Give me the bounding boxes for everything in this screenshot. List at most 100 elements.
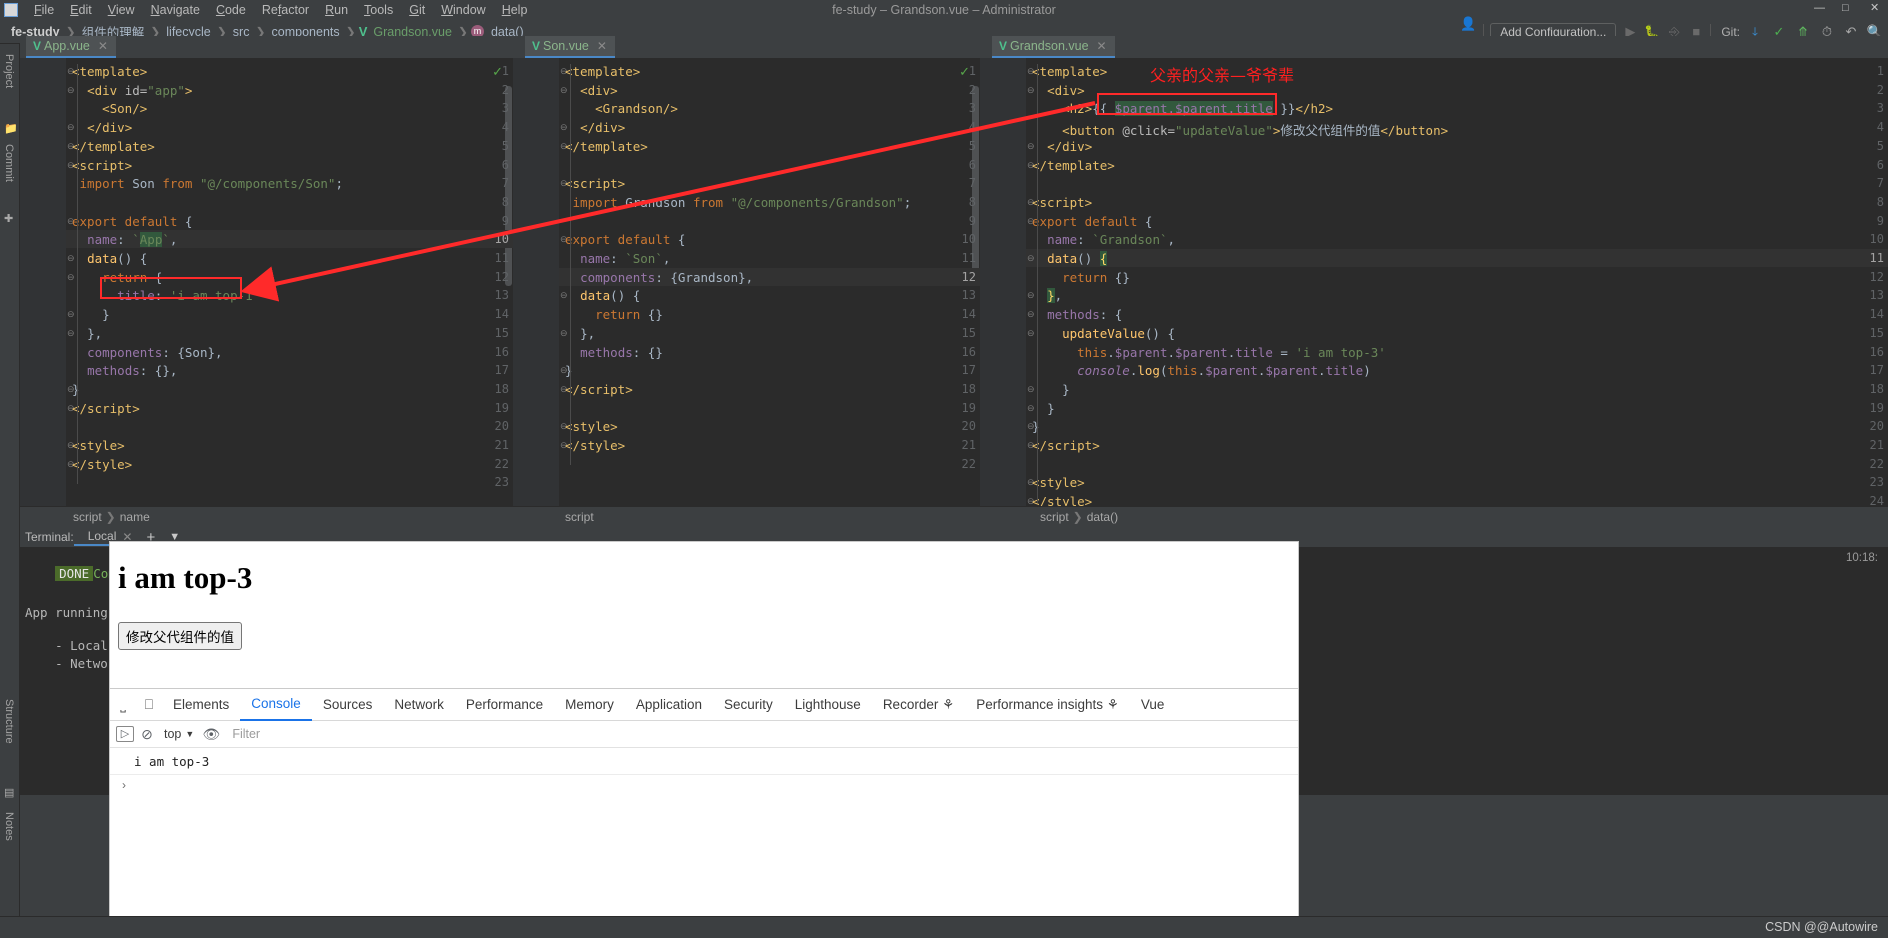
code-line[interactable]: </div> xyxy=(1032,139,1092,154)
close-icon[interactable]: ✕ xyxy=(597,39,607,53)
code-line[interactable]: } xyxy=(72,382,80,397)
sidebar-item-commit[interactable]: Commit xyxy=(3,144,15,182)
tab-recorder[interactable]: Recorder ⚘ xyxy=(872,689,965,720)
code-line[interactable]: updateValue() { xyxy=(1032,326,1175,341)
menu-git[interactable]: Git xyxy=(401,0,433,20)
console-context-selector[interactable]: top ▼ xyxy=(160,727,198,741)
menu-refactor[interactable]: Refactor xyxy=(254,0,317,20)
code-line[interactable]: import Grandson from "@/components/Grand… xyxy=(565,195,912,210)
code-line[interactable]: name: `App`, xyxy=(72,232,177,248)
code-line[interactable]: </script> xyxy=(565,382,633,397)
code-line[interactable]: </template> xyxy=(565,139,648,154)
menu-tools[interactable]: Tools xyxy=(356,0,401,20)
tab-vue[interactable]: Vue xyxy=(1130,689,1176,720)
code-line[interactable]: } xyxy=(1032,419,1040,434)
close-icon[interactable]: ✕ xyxy=(98,39,108,53)
code-line[interactable]: import Son from "@/components/Son"; xyxy=(72,176,343,191)
execute-icon[interactable]: ▷ xyxy=(116,726,134,742)
tab-performance-insights[interactable]: Performance insights ⚘ xyxy=(965,689,1130,720)
menu-view[interactable]: View xyxy=(100,0,143,20)
tab-son-vue[interactable]: V Son.vue ✕ xyxy=(525,36,615,58)
code-line[interactable]: components: {Grandson}, xyxy=(565,270,753,285)
bc-script-2[interactable]: script xyxy=(565,510,594,524)
code-line[interactable]: return { xyxy=(72,270,162,285)
code-line[interactable]: methods: { xyxy=(1032,307,1122,322)
code-line[interactable]: </style> xyxy=(72,457,132,472)
web-page-viewport[interactable]: i am top-3 修改父代组件的值 xyxy=(110,542,1298,688)
bc-data-3[interactable]: data() xyxy=(1087,510,1118,524)
code-line[interactable]: } xyxy=(1032,401,1055,416)
code-line[interactable]: export default { xyxy=(565,232,685,247)
editor-pane-son-vue[interactable]: ✓ 1 ⊖ <template> 2 ⊖ <div> 3 <Grandson/> 4 ⊖ </… xyxy=(513,58,980,506)
code-line[interactable]: <Grandson/> xyxy=(565,101,678,116)
code-line[interactable]: data() { xyxy=(565,288,640,303)
code-line[interactable]: <script> xyxy=(565,176,625,191)
browser-window[interactable]: i am top-3 修改父代组件的值 ⎵ ⎕ Elements Console… xyxy=(110,542,1298,938)
tab-grandson-vue[interactable]: V Grandson.vue ✕ xyxy=(992,36,1115,58)
menu-code[interactable]: Code xyxy=(208,0,254,20)
update-parent-value-button[interactable]: 修改父代组件的值 xyxy=(118,622,242,650)
code-line[interactable]: this.$parent.$parent.title = 'i am top-3… xyxy=(1032,345,1386,360)
device-toolbar-icon[interactable]: ⎕ xyxy=(136,696,162,713)
code-line[interactable]: <style> xyxy=(565,419,618,434)
maximize-button[interactable]: □ xyxy=(1842,2,1854,14)
code-line[interactable]: </div> xyxy=(72,120,132,135)
code-line[interactable]: name: `Son`, xyxy=(565,251,670,266)
code-line[interactable]: export default { xyxy=(1032,214,1152,229)
code-line[interactable]: <script> xyxy=(72,158,132,173)
code-line[interactable]: <div> xyxy=(565,83,618,98)
tab-performance[interactable]: Performance xyxy=(455,689,554,720)
code-line[interactable]: return {} xyxy=(565,307,663,322)
code-line[interactable]: <div id="app"> xyxy=(72,83,192,98)
code-line[interactable]: export default { xyxy=(72,214,192,229)
live-expression-icon[interactable]: 👁 xyxy=(198,726,224,743)
tab-network[interactable]: Network xyxy=(383,689,455,720)
code-line[interactable]: </style> xyxy=(1032,494,1092,506)
code-line[interactable]: name: `Grandson`, xyxy=(1032,232,1175,247)
sidebar-item-project[interactable]: Project xyxy=(3,54,15,88)
code-line[interactable]: <style> xyxy=(1032,475,1085,490)
code-line[interactable]: components: {Son}, xyxy=(72,345,222,360)
clear-console-icon[interactable]: ⊘ xyxy=(134,726,160,743)
editor-pane-grandson-vue[interactable]: ✓ 1⊖<template>2⊖ <div>3 <h2>{{ $parent.$… xyxy=(980,58,1888,506)
code-line[interactable]: <button @click="updateValue">修改父代组件的值</b… xyxy=(1032,120,1448,139)
menu-run[interactable]: Run xyxy=(317,0,356,20)
menu-navigate[interactable]: Navigate xyxy=(143,0,208,20)
console-filter-input[interactable]: Filter xyxy=(224,727,1298,741)
inspect-element-icon[interactable]: ⎵ xyxy=(110,696,136,713)
sidebar-item-notes[interactable]: Notes xyxy=(3,812,15,841)
tab-elements[interactable]: Elements xyxy=(162,689,240,720)
close-button[interactable]: ✕ xyxy=(1870,2,1882,14)
code-line[interactable]: data() { xyxy=(1032,251,1108,266)
menu-window[interactable]: Window xyxy=(433,0,493,20)
editor-pane-app-vue[interactable]: ✓ 1 ⊖ <template> 2 ⊖ <div id="app"> 3 <Son/> 4… xyxy=(20,58,513,506)
code-line[interactable]: <div> xyxy=(1032,83,1085,98)
menu-edit[interactable]: Edit xyxy=(62,0,100,20)
sidebar-item-structure[interactable]: Structure xyxy=(3,699,15,744)
code-line[interactable]: <script> xyxy=(1032,195,1092,210)
bc-script-1[interactable]: script xyxy=(73,510,102,524)
code-line[interactable]: <h2>{{ $parent.$parent.title }}</h2> xyxy=(1032,101,1333,117)
tab-security[interactable]: Security xyxy=(713,689,784,720)
menu-help[interactable]: Help xyxy=(494,0,536,20)
code-line[interactable]: <Son/> xyxy=(72,101,147,116)
tab-application[interactable]: Application xyxy=(625,689,713,720)
tab-memory[interactable]: Memory xyxy=(554,689,625,720)
code-line[interactable]: return {} xyxy=(1032,270,1130,285)
code-line[interactable]: console.log(this.$parent.$parent.title) xyxy=(1032,363,1371,378)
close-icon[interactable]: ✕ xyxy=(1097,39,1107,53)
code-line[interactable]: </script> xyxy=(72,401,140,416)
code-line[interactable]: </div> xyxy=(565,120,625,135)
code-line[interactable]: title: 'i am top-1' xyxy=(72,288,260,303)
code-line[interactable]: data() { xyxy=(72,251,147,266)
minimize-button[interactable]: — xyxy=(1814,2,1826,14)
tab-lighthouse[interactable]: Lighthouse xyxy=(784,689,872,720)
code-line[interactable]: </script> xyxy=(1032,438,1100,453)
code-line[interactable]: methods: {}, xyxy=(72,363,177,378)
code-line[interactable]: </template> xyxy=(1032,158,1115,173)
code-line[interactable]: </style> xyxy=(565,438,625,453)
tab-sources[interactable]: Sources xyxy=(312,689,384,720)
code-line[interactable]: <style> xyxy=(72,438,125,453)
menu-file[interactable]: File xyxy=(26,0,62,20)
bc-script-3[interactable]: script xyxy=(1040,510,1069,524)
